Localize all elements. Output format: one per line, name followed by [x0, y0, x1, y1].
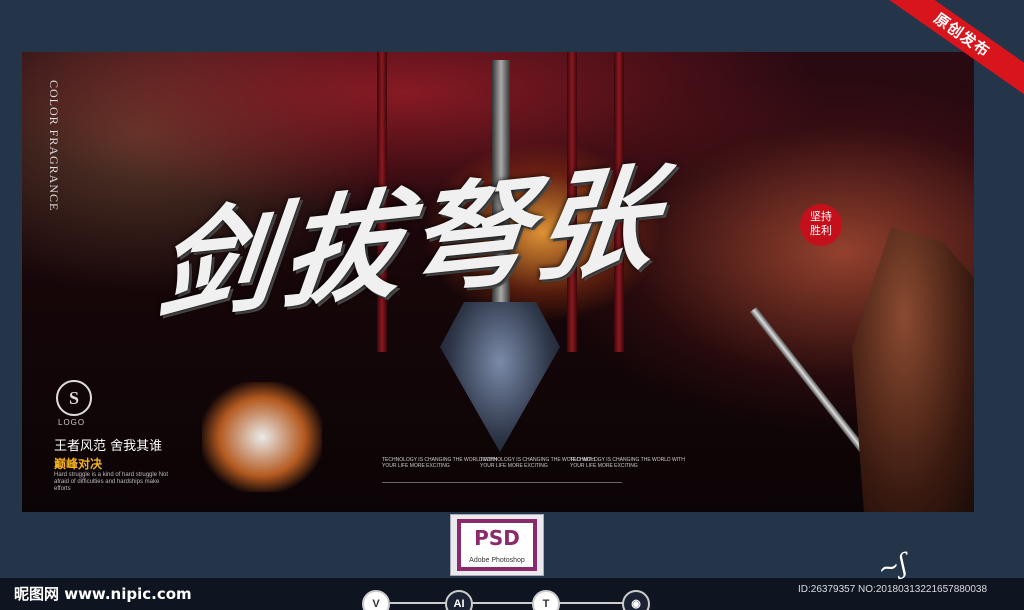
- badge-line-2: 胜利: [810, 224, 832, 237]
- poster-image: COLOR FRAGRANCE 剑拔弩张 坚持 胜利 S LOGO 王者风范 舍…: [22, 52, 974, 512]
- victory-badge: 坚持 胜利: [800, 204, 842, 246]
- poster-title: 剑拔弩张: [149, 153, 668, 336]
- tech-text-block: TECHNOLOGY IS CHANGING THE WORLD WITH YO…: [570, 457, 685, 469]
- site-watermark[interactable]: 昵图网 www.nipic.com: [14, 583, 192, 604]
- slogan-secondary: 巅峰对决: [54, 457, 103, 471]
- v-format-icon[interactable]: V: [362, 590, 390, 610]
- psd-icon: PSD Adobe Photoshop: [457, 519, 537, 571]
- image-id-text: ID:26379357 NO:20180313221657880038: [798, 584, 988, 595]
- text-format-icon[interactable]: T: [532, 590, 560, 610]
- small-english-text: Hard struggle is a kind of hard struggle…: [54, 472, 169, 492]
- beast-graphic: [202, 382, 322, 492]
- slogan-primary: 王者风范 舍我其谁: [54, 439, 163, 454]
- logo-label: LOGO: [58, 418, 86, 427]
- armored-horse-graphic: [852, 227, 974, 512]
- badge-line-1: 坚持: [810, 210, 832, 223]
- psd-format-badge: PSD Adobe Photoshop: [450, 514, 544, 576]
- logo-icon: S: [56, 380, 92, 416]
- format-timeline: [390, 602, 640, 604]
- divider: [382, 482, 622, 483]
- vertical-small-text: [68, 80, 78, 240]
- psd-sublabel: Adobe Photoshop: [469, 557, 525, 564]
- ai-format-icon[interactable]: AI: [445, 590, 473, 610]
- psd-label: PSD: [474, 526, 520, 550]
- helmet-graphic: [440, 302, 560, 452]
- eye-icon[interactable]: ◉: [622, 590, 650, 610]
- vertical-brand-text: COLOR FRAGRANCE: [47, 80, 61, 212]
